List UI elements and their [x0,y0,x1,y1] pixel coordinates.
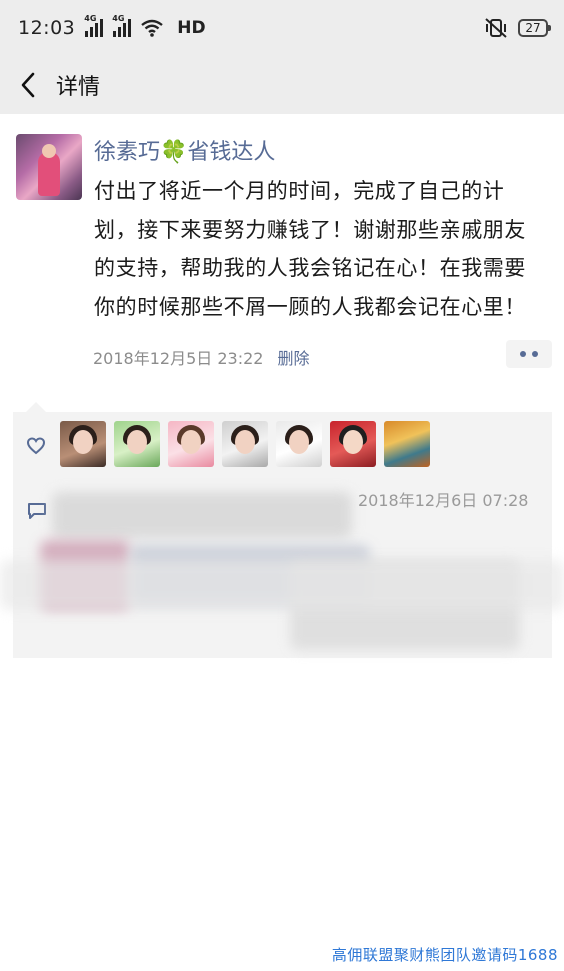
status-time: 12:03 [18,17,76,39]
author-name[interactable]: 徐素巧🍀省钱达人 [94,134,275,166]
delete-link[interactable]: 删除 [277,345,309,369]
vibrate-mute-icon [485,18,507,38]
more-actions-button[interactable] [506,340,552,368]
post-timestamp: 2018年12月5日 23:22 [93,349,264,368]
network-type-label: 4G [84,14,97,23]
liker-avatar[interactable] [276,421,322,467]
post-meta: 2018年12月5日 23:22 删除 [93,345,309,369]
post-content: 付出了将近一个月的时间，完成了自己的计划，接下来要努力赚钱了！谢谢那些亲戚朋友的… [94,179,526,319]
box-pointer [26,402,46,412]
dot-icon [532,351,538,357]
author-name-prefix: 徐素巧 [94,140,161,165]
status-bar: 12:03 4G 4G HD 27 [0,0,564,56]
likers-list [60,421,430,467]
obscured-region [52,492,352,538]
author-name-suffix: 省钱达人 [187,140,276,165]
heart-icon [26,437,46,455]
signal-icon: 4G [84,14,104,37]
wifi-icon [141,19,164,37]
screen: 12:03 4G 4G HD 27 详情 徐素巧🍀省钱达人 付出了将近一个月的时… [0,0,564,971]
page-title: 详情 [56,75,101,100]
liker-avatar[interactable] [384,421,430,467]
back-button[interactable] [2,56,54,114]
author-avatar[interactable] [16,134,82,200]
signal-icon-2: 4G [112,14,132,37]
liker-avatar[interactable] [60,421,106,467]
status-left: 12:03 4G 4G HD [18,14,206,39]
battery-indicator: 27 [518,19,551,37]
dot-icon [520,351,526,357]
liker-avatar[interactable] [168,421,214,467]
liker-avatar[interactable] [330,421,376,467]
liker-avatar[interactable] [114,421,160,467]
hd-label: HD [177,18,206,38]
liker-avatar[interactable] [222,421,268,467]
comment-icon [28,503,46,519]
comment-timestamp: 2018年12月6日 07:28 [358,491,529,510]
chevron-left-icon [21,72,35,98]
watermark: 高佣联盟聚财熊团队邀请码1688 [331,946,558,964]
clover-emoji: 🍀 [160,140,188,165]
nav-bar: 详情 [0,56,564,114]
obscured-region [0,560,564,610]
network-type-label-2: 4G [112,14,125,23]
status-right: 27 [484,17,551,39]
